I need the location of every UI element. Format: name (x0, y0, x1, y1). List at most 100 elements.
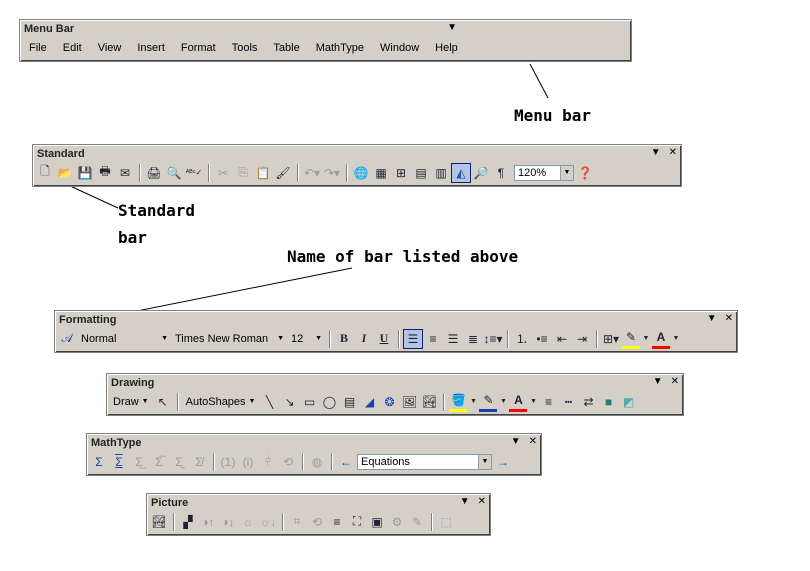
show-hide-icon[interactable]: ¶ (492, 164, 510, 182)
menu-edit[interactable]: Edit (57, 42, 88, 54)
oval-icon[interactable]: ◯ (320, 393, 338, 411)
dash-style-icon[interactable]: ┅ (559, 393, 577, 411)
increase-indent-icon[interactable]: ⇥ (573, 330, 591, 348)
insert-picture-icon[interactable]: 🏞 (150, 513, 168, 531)
chevron-down-icon[interactable]: ▼ (560, 165, 573, 180)
menu-mathtype[interactable]: MathType (310, 42, 370, 54)
decrease-indent-icon[interactable]: ⇤ (553, 330, 571, 348)
text-box-icon[interactable]: ▤ (340, 393, 358, 411)
chevron-down-icon[interactable]: ▼ (161, 335, 168, 342)
line-style-icon[interactable]: ≡ (539, 393, 557, 411)
open-folder-icon[interactable]: 📂 (56, 164, 74, 182)
insert-equation-number-icon[interactable]: (1) (219, 453, 237, 471)
spelling-icon[interactable]: ᴬᴮᶜ✓ (185, 164, 203, 182)
redo-icon[interactable]: ↷▾ (323, 164, 341, 182)
insert-chapter-break-icon[interactable]: ⫩ (259, 453, 277, 471)
copy-icon[interactable]: ⎘ (234, 164, 252, 182)
toggle-tex-icon[interactable]: Σ̰ (170, 453, 188, 471)
cut-icon[interactable]: ✂ (214, 164, 232, 182)
set-transparent-color-icon[interactable]: ✎ (408, 513, 426, 531)
border-icon[interactable]: ⊞▾ (602, 330, 620, 348)
new-document-icon[interactable]: 🗋 (36, 164, 54, 182)
insert-inline-equation-icon[interactable]: Σ (90, 453, 108, 471)
print-preview-icon[interactable]: 🔍 (165, 164, 183, 182)
arrow-icon[interactable]: ↘ (280, 393, 298, 411)
close-icon[interactable]: ✕ (725, 312, 733, 326)
line-spacing-icon[interactable]: ↕≡▾ (483, 330, 502, 348)
menu-tools[interactable]: Tools (226, 42, 264, 54)
autoshapes-button[interactable]: AutoShapes ▼ (183, 396, 259, 408)
menu-format[interactable]: Format (175, 42, 222, 54)
insert-table-icon[interactable]: ⊞ (392, 164, 410, 182)
close-icon[interactable]: ✕ (529, 435, 537, 449)
toolbar-title[interactable]: MathType (89, 436, 539, 450)
toolbar-title[interactable]: Picture (149, 496, 488, 510)
document-map-icon[interactable]: 🔎 (472, 164, 490, 182)
insert-excel-icon[interactable]: ▤ (412, 164, 430, 182)
chevron-down-icon[interactable]: ▼ (499, 393, 507, 411)
undo-icon[interactable]: ↶▾ (303, 164, 321, 182)
line-icon[interactable]: ╲ (260, 393, 278, 411)
format-picture-icon[interactable]: ⚙ (388, 513, 406, 531)
align-left-icon[interactable]: ☰ (403, 328, 423, 349)
align-center-icon[interactable]: ≡ (424, 330, 442, 348)
less-brightness-icon[interactable]: ☼↓ (259, 513, 277, 531)
chevron-down-icon[interactable]: ▼ (672, 330, 680, 348)
help-icon[interactable]: ❓ (576, 164, 594, 182)
rotate-left-icon[interactable]: ⟲ (308, 513, 326, 531)
more-contrast-icon[interactable]: ◑↑ (199, 513, 217, 531)
menu-table[interactable]: Table (267, 42, 305, 54)
insert-left-numbered-icon[interactable]: Σ̲ (130, 453, 148, 471)
columns-icon[interactable]: ▥ (432, 164, 450, 182)
insert-right-numbered-icon[interactable]: Σ̅ (150, 453, 168, 471)
toolbar-options-icon[interactable]: ▼ (707, 312, 717, 326)
numbering-icon[interactable]: ⒈ (513, 330, 531, 348)
compress-pictures-icon[interactable]: ⛶ (348, 513, 366, 531)
menu-file[interactable]: File (23, 42, 53, 54)
menu-view[interactable]: View (92, 42, 128, 54)
zoom-select[interactable]: 120% ▼ (514, 164, 574, 181)
mathtype-web-icon[interactable]: ◍ (308, 453, 326, 471)
diagram-icon[interactable]: ❂ (380, 393, 398, 411)
fill-color-icon[interactable]: 🪣 (449, 391, 468, 412)
insert-equation-reference-icon[interactable]: (i) (239, 453, 257, 471)
toolbar-title[interactable]: Drawing (109, 376, 681, 390)
toolbar-options-icon[interactable]: ▼ (447, 21, 457, 35)
text-wrapping-icon[interactable]: ▣ (368, 513, 386, 531)
menu-insert[interactable]: Insert (131, 42, 171, 54)
menu-help[interactable]: Help (429, 42, 464, 54)
font-color-icon[interactable]: A (509, 391, 528, 412)
paste-icon[interactable]: 📋 (254, 164, 272, 182)
save-icon[interactable]: 💾 (76, 164, 94, 182)
close-icon[interactable]: ✕ (478, 495, 486, 509)
chevron-down-icon[interactable]: ▼ (277, 335, 284, 342)
toolbar-options-icon[interactable]: ▼ (653, 375, 663, 389)
rectangle-icon[interactable]: ▭ (300, 393, 318, 411)
font-select[interactable]: Times New Roman ▼ (172, 331, 286, 347)
menu-window[interactable]: Window (374, 42, 425, 54)
draw-menu-button[interactable]: Draw ▼ (110, 396, 152, 408)
arrow-right-icon[interactable]: → (494, 453, 512, 471)
toolbar-options-icon[interactable]: ▼ (460, 495, 470, 509)
tables-borders-icon[interactable]: ▦ (372, 164, 390, 182)
toolbar-title[interactable]: Standard (35, 147, 679, 161)
clip-art-icon[interactable]: 🖼 (400, 393, 418, 411)
justify-icon[interactable]: ≣ (464, 330, 482, 348)
bold-button[interactable]: B (335, 330, 353, 348)
chevron-down-icon[interactable]: ▼ (529, 393, 537, 411)
chevron-down-icon[interactable]: ▼ (478, 454, 491, 469)
wordart-icon[interactable]: ◢ (360, 393, 378, 411)
style-select[interactable]: Normal ▼ (78, 331, 170, 347)
close-icon[interactable]: ✕ (671, 375, 679, 389)
select-objects-icon[interactable]: ↖ (154, 393, 172, 411)
font-color-icon[interactable]: A (652, 328, 670, 349)
more-brightness-icon[interactable]: ☼ (239, 513, 257, 531)
italic-button[interactable]: I (355, 330, 373, 348)
toolbar-options-icon[interactable]: ▼ (651, 146, 661, 160)
align-right-icon[interactable]: ☰ (444, 330, 462, 348)
insert-picture-icon[interactable]: 🏞 (420, 393, 438, 411)
insert-display-equation-icon[interactable]: Σ (110, 453, 128, 471)
color-icon[interactable]: ▞ (179, 513, 197, 531)
less-contrast-icon[interactable]: ◑↓ (219, 513, 237, 531)
close-icon[interactable]: ✕ (669, 146, 677, 160)
